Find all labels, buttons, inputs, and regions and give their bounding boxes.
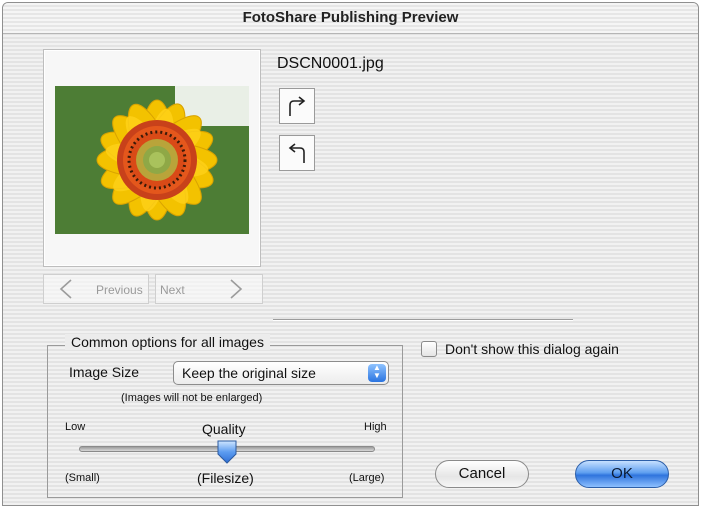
title-bar: FotoShare Publishing Preview — [3, 3, 698, 34]
cancel-button[interactable]: Cancel — [435, 460, 529, 488]
chevron-right-icon — [230, 279, 243, 299]
ok-button[interactable]: OK — [575, 460, 669, 488]
image-preview-frame — [43, 49, 261, 267]
image-size-value: Keep the original size — [182, 365, 316, 381]
quality-high-label: High — [364, 421, 387, 433]
previous-label: Previous — [96, 283, 143, 297]
popup-arrows-icon: ▲ ▼ — [368, 364, 386, 382]
dialog-window: FotoShare Publishing Preview DSCN0001.jp… — [2, 2, 699, 506]
rotate-left-button[interactable] — [279, 135, 315, 171]
image-size-select[interactable]: Keep the original size ▲ ▼ — [173, 361, 389, 385]
rotate-clockwise-icon — [289, 96, 306, 116]
rotate-counterclockwise-icon — [288, 143, 305, 163]
chevron-left-icon — [59, 279, 72, 299]
horizontal-divider — [273, 319, 573, 321]
quality-low-label: Low — [65, 421, 86, 433]
image-filename: DSCN0001.jpg — [277, 55, 384, 72]
image-size-label: Image Size — [69, 364, 140, 380]
dont-show-again-label: Don't show this dialog again — [445, 341, 619, 357]
quality-slider-thumb[interactable] — [216, 439, 238, 465]
navigation-bar: Previous Next — [43, 274, 263, 304]
group-title: Common options for all images — [65, 334, 270, 350]
quality-label: Quality — [202, 421, 246, 437]
size-large-label: (Large) — [349, 472, 385, 484]
size-filesize-label: (Filesize) — [197, 470, 254, 486]
window-title: FotoShare Publishing Preview — [242, 9, 459, 26]
image-size-note: (Images will not be enlarged) — [121, 392, 263, 404]
next-label: Next — [160, 283, 185, 297]
sunflower-photo — [55, 86, 249, 234]
next-button[interactable]: Next — [155, 274, 263, 304]
size-small-label: (Small) — [65, 472, 100, 484]
rotate-right-button[interactable] — [279, 88, 315, 124]
previous-button[interactable]: Previous — [43, 274, 149, 304]
dont-show-again-checkbox[interactable] — [421, 341, 437, 357]
